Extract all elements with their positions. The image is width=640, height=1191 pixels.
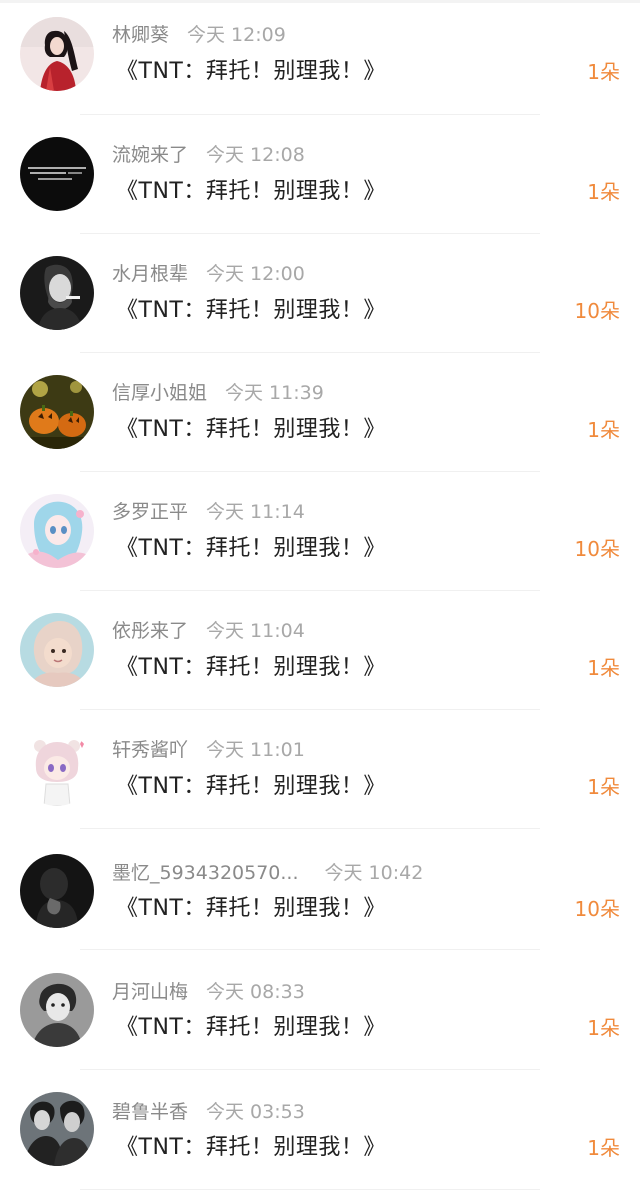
avatar-man-smoking-icon	[20, 256, 94, 330]
list-item[interactable]: 轩秀酱吖 今天 11:01 《TNT：拜托！别理我！》 1朵	[0, 714, 640, 833]
row-divider	[80, 233, 540, 234]
work-title[interactable]: 《TNT：拜托！别理我！》	[116, 772, 386, 802]
work-title[interactable]: 《TNT：拜托！别理我！》	[116, 653, 386, 683]
username[interactable]: 水月根辈	[112, 263, 188, 285]
list-item[interactable]: 碧鲁半香 今天 03:53 《TNT：拜托！别理我！》 1朵	[0, 1072, 640, 1191]
list-item[interactable]: 林卿葵 今天 12:09 《TNT：拜托！别理我！》 1朵	[0, 0, 640, 119]
row-divider	[80, 828, 540, 829]
work-title[interactable]: 《TNT：拜托！别理我！》	[116, 534, 386, 564]
gift-count: 10朵	[574, 897, 620, 921]
row-divider	[80, 949, 540, 950]
username[interactable]: 碧鲁半香	[112, 1101, 188, 1123]
gift-count: 1朵	[587, 1016, 620, 1040]
timestamp: 今天 10:42	[324, 862, 424, 884]
avatar[interactable]	[20, 1092, 94, 1166]
row-divider	[80, 114, 540, 115]
avatar-black-text-icon	[20, 137, 94, 211]
avatar-couple-dark-icon	[20, 1092, 94, 1166]
gift-count: 1朵	[587, 60, 620, 84]
avatar[interactable]	[20, 973, 94, 1047]
timestamp: 今天 12:09	[187, 24, 286, 46]
avatar-chibi-girl-icon	[20, 732, 94, 806]
list-item[interactable]: 依彤来了 今天 11:04 《TNT：拜托！别理我！》 1朵	[0, 595, 640, 714]
gift-count: 1朵	[587, 418, 620, 442]
avatar-woman-red-dress-icon	[20, 17, 94, 91]
username[interactable]: 依彤来了	[112, 620, 188, 642]
avatar-man-bw-icon	[20, 973, 94, 1047]
avatar[interactable]	[20, 613, 94, 687]
timestamp: 今天 11:14	[206, 501, 305, 523]
timestamp: 今天 03:53	[206, 1101, 305, 1123]
list-item[interactable]: 多罗正平 今天 11:14 《TNT：拜托！别理我！》 10朵	[0, 476, 640, 595]
timestamp: 今天 12:00	[206, 263, 305, 285]
username[interactable]: 轩秀酱吖	[112, 739, 188, 761]
timestamp: 今天 11:01	[206, 739, 305, 761]
avatar-dark-person-icon	[20, 854, 94, 928]
username[interactable]: 流婉来了	[112, 144, 188, 166]
gift-count: 10朵	[574, 299, 620, 323]
list-item[interactable]: 墨忆_5934320570... 今天 10:42 《TNT：拜托！别理我！》 1…	[0, 833, 640, 952]
work-title[interactable]: 《TNT：拜托！别理我！》	[116, 296, 386, 326]
avatar[interactable]	[20, 494, 94, 568]
list-item[interactable]: 月河山梅 今天 08:33 《TNT：拜托！别理我！》 1朵	[0, 953, 640, 1072]
list-item[interactable]: 水月根辈 今天 12:00 《TNT：拜托！别理我！》 10朵	[0, 238, 640, 357]
gift-count: 1朵	[587, 1136, 620, 1160]
work-title[interactable]: 《TNT：拜托！别理我！》	[116, 1013, 386, 1043]
username[interactable]: 信厚小姐姐	[112, 382, 207, 404]
row-divider	[80, 1189, 540, 1190]
timestamp: 今天 12:08	[206, 144, 305, 166]
work-title[interactable]: 《TNT：拜托！别理我！》	[116, 1133, 386, 1163]
gift-count: 10朵	[574, 537, 620, 561]
username[interactable]: 墨忆_5934320570...	[112, 862, 299, 884]
gift-count: 1朵	[587, 656, 620, 680]
avatar[interactable]	[20, 256, 94, 330]
avatar[interactable]	[20, 732, 94, 806]
username[interactable]: 多罗正平	[112, 501, 188, 523]
username[interactable]: 月河山梅	[112, 981, 188, 1003]
row-divider	[80, 352, 540, 353]
work-title[interactable]: 《TNT：拜托！别理我！》	[116, 177, 386, 207]
work-title[interactable]: 《TNT：拜托！别理我！》	[116, 894, 386, 924]
avatar[interactable]	[20, 375, 94, 449]
avatar-pumpkins-icon	[20, 375, 94, 449]
avatar[interactable]	[20, 17, 94, 91]
username[interactable]: 林卿葵	[112, 24, 169, 46]
timestamp: 今天 11:04	[206, 620, 305, 642]
avatar-anime-girl-icon	[20, 494, 94, 568]
timestamp: 今天 11:39	[225, 382, 324, 404]
list-item[interactable]: 信厚小姐姐 今天 11:39 《TNT：拜托！别理我！》 1朵	[0, 357, 640, 476]
work-title[interactable]: 《TNT：拜托！别理我！》	[116, 57, 386, 87]
row-divider	[80, 590, 540, 591]
avatar[interactable]	[20, 137, 94, 211]
gift-count: 1朵	[587, 775, 620, 799]
gift-count: 1朵	[587, 180, 620, 204]
work-title[interactable]: 《TNT：拜托！别理我！》	[116, 415, 386, 445]
list-item[interactable]: 流婉来了 今天 12:08 《TNT：拜托！别理我！》 1朵	[0, 119, 640, 238]
row-divider	[80, 709, 540, 710]
timestamp: 今天 08:33	[206, 981, 305, 1003]
avatar[interactable]	[20, 854, 94, 928]
avatar-baby-icon	[20, 613, 94, 687]
row-divider	[80, 471, 540, 472]
row-divider	[80, 1069, 540, 1070]
